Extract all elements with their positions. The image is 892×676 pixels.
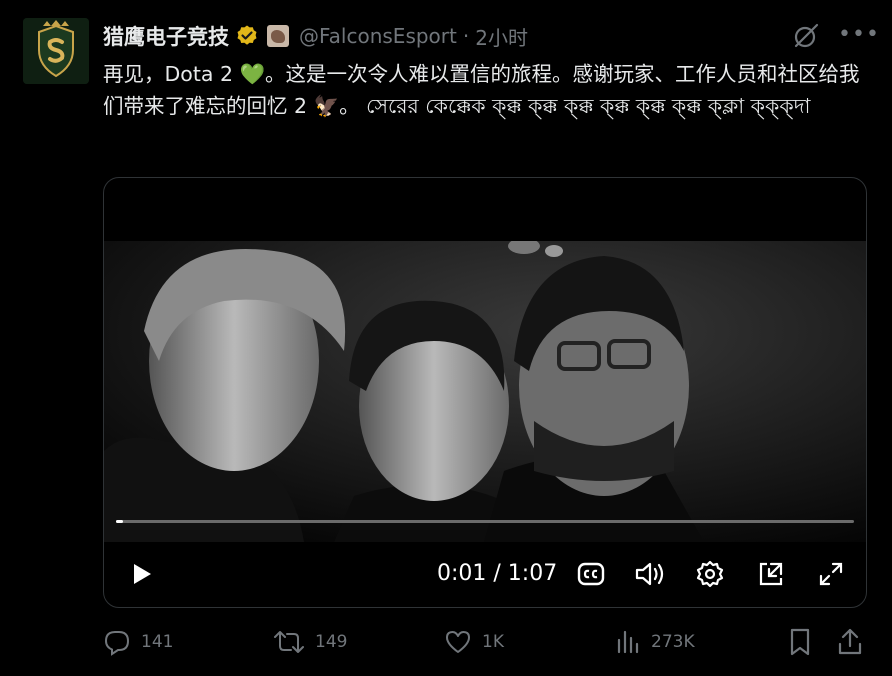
like-button[interactable]: 1K [444,624,504,660]
reply-button[interactable]: 141 [103,624,173,660]
verified-badge-icon[interactable] [235,24,259,48]
captions-icon[interactable] [576,558,606,590]
timecode: 0:01 / 1:07 [437,561,558,586]
video-player[interactable]: 0:01 / 1:07 [103,177,867,608]
falcons-logo-avatar [23,18,89,84]
video-frame[interactable] [104,241,866,542]
play-icon[interactable] [128,558,156,590]
grok-icon[interactable] [792,22,820,50]
avatar[interactable] [23,18,89,84]
more-icon[interactable]: ••• [838,22,880,47]
progress-fill [116,520,124,523]
handle[interactable]: @FalconsEsport [299,24,457,48]
views-button[interactable]: 273K [615,624,695,660]
display-name[interactable]: 猎鹰电子竞技 [103,21,229,51]
reply-icon [104,631,130,656]
video-controls: 0:01 / 1:07 [104,542,866,607]
timestamp[interactable]: 2小时 [475,22,528,51]
reply-count: 141 [141,632,174,652]
views-count: 273K [651,632,695,652]
falcon-emoji: 🦅 [313,94,340,118]
repost-button[interactable]: 149 [273,624,347,660]
like-count: 1K [482,632,504,652]
tweet-header: 猎鹰电子竞技 @FalconsEsport · 2小时 [103,21,528,51]
like-icon [446,631,470,653]
share-icon [838,628,862,655]
tweet-text: 再见，Dota 2 💚。这是一次令人难以置信的旅程。感谢玩家、工作人员和社区给我… [103,58,873,122]
video-still-image [104,241,866,542]
bookmark-button[interactable] [787,624,813,660]
action-bar: 141 149 1K 273K [103,624,865,660]
green-heart-emoji: 💚 [239,62,266,86]
share-button[interactable] [836,624,864,660]
tweet-text-part3: 。 সেরের কেক্কেক ক্ক্ক ক্ক্ক ক্ক্ক ক্ক্ক … [339,94,811,118]
settings-icon[interactable] [695,558,725,590]
affiliate-badge-icon[interactable] [267,25,289,47]
progress-bar[interactable] [116,520,854,523]
volume-icon[interactable] [634,558,666,590]
tweet-text-part1: 再见，Dota 2 [103,62,240,86]
pip-icon[interactable] [756,558,786,590]
repost-count: 149 [315,632,348,652]
views-icon [617,630,639,654]
repost-icon [274,631,304,653]
fullscreen-icon[interactable] [816,558,846,590]
separator: · [462,24,470,48]
bookmark-icon [790,628,810,656]
